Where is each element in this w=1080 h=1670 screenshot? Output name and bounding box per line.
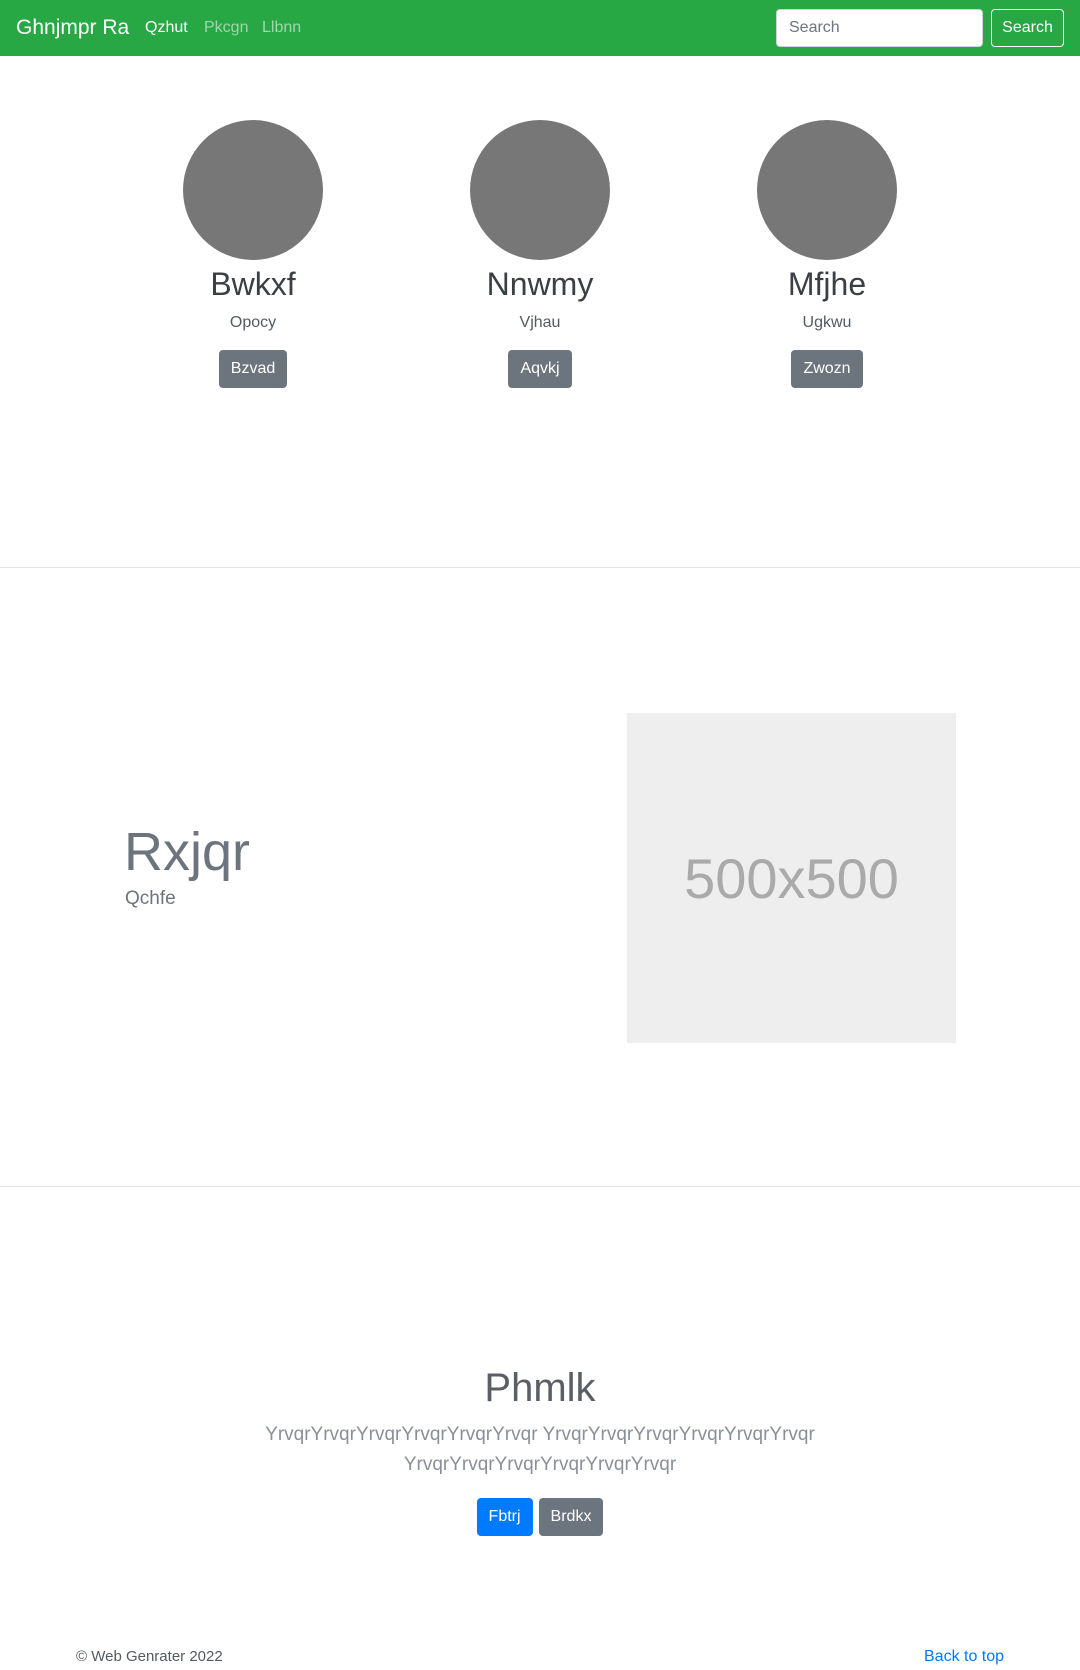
search-button[interactable]: Search	[991, 9, 1064, 47]
feature-subtitle: Qchfe	[125, 888, 176, 909]
member-button[interactable]: Aqvkj	[508, 350, 572, 388]
team-member-card: Mfjhe Ugkwu Zwozn	[677, 120, 977, 388]
jumbo-button-group: Fbtrj Brdkx	[0, 1498, 1080, 1536]
member-role: Opocy	[229, 314, 277, 331]
secondary-button[interactable]: Brdkx	[538, 1498, 604, 1536]
member-name: Nnwmy	[486, 266, 594, 302]
avatar	[183, 120, 323, 260]
avatar	[470, 120, 610, 260]
member-role: Ugkwu	[802, 314, 852, 331]
nav-link-pkcgn[interactable]: Pkcgn	[204, 17, 248, 39]
team-member-card: Bwkxf Opocy Bzvad	[103, 120, 403, 388]
jumbo-title: Phmlk	[484, 1366, 596, 1410]
feature-title: Rxjqr	[124, 822, 251, 882]
placeholder-image: 500x500	[627, 713, 956, 1043]
member-button[interactable]: Zwozn	[791, 350, 863, 388]
placeholder-image-label: 500x500	[684, 846, 899, 910]
primary-button[interactable]: Fbtrj	[476, 1498, 533, 1536]
footer-copyright: © Web Genrater 2022	[76, 1648, 223, 1665]
section-divider	[0, 1186, 1080, 1187]
nav-link-qzhut[interactable]: Qzhut	[145, 17, 188, 39]
member-name: Bwkxf	[210, 266, 296, 302]
jumbotron: Phmlk YrvqrYrvqrYrvqrYrvqrYrvqrYrvqr Yrv…	[0, 1360, 1080, 1536]
section-divider	[0, 567, 1080, 568]
member-button[interactable]: Bzvad	[218, 350, 288, 388]
avatar	[757, 120, 897, 260]
search-input[interactable]	[776, 9, 983, 47]
back-to-top-link[interactable]: Back to top	[924, 1648, 1004, 1666]
jumbo-text: YrvqrYrvqrYrvqrYrvqrYrvqrYrvqr YrvqrYrvq…	[265, 1424, 815, 1475]
member-name: Mfjhe	[787, 266, 867, 302]
brand-logo[interactable]: Ghnjmpr Ra	[16, 14, 129, 42]
member-role: Vjhau	[519, 314, 561, 331]
top-navbar: Ghnjmpr Ra Qzhut Pkcgn Llbnn Search	[0, 0, 1080, 56]
nav-link-llbnn[interactable]: Llbnn	[262, 17, 301, 39]
team-member-card: Nnwmy Vjhau Aqvkj	[390, 120, 690, 388]
